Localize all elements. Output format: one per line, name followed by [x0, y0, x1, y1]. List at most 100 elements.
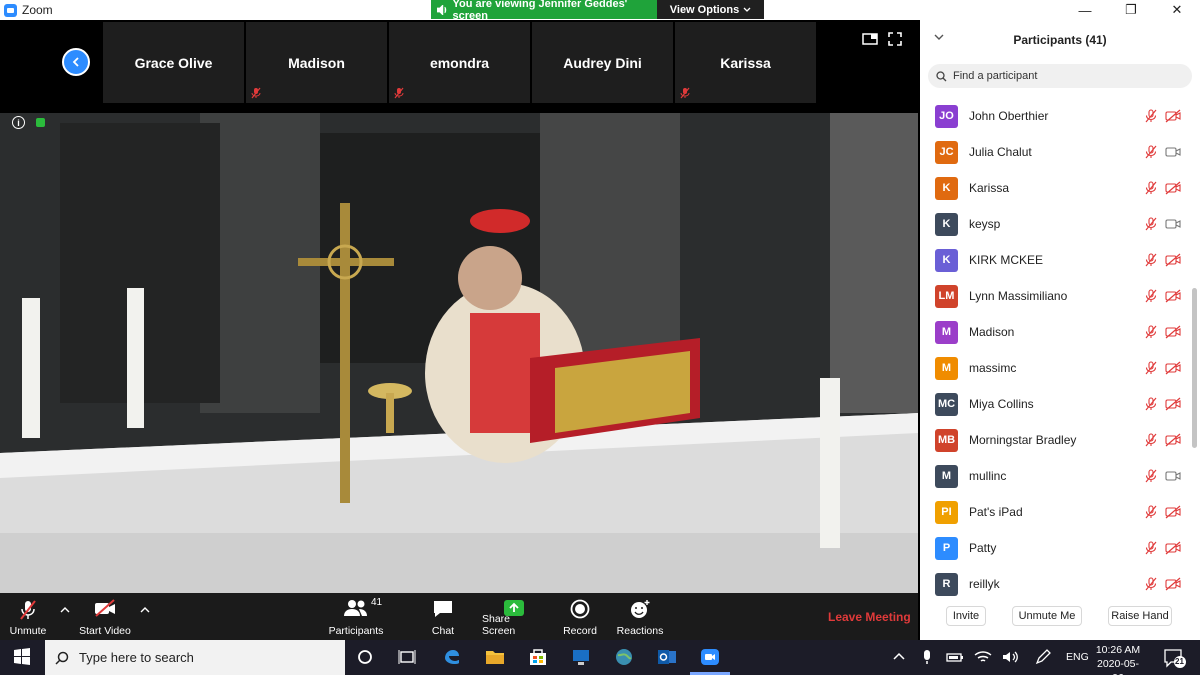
reactions-button[interactable]: Reactions — [615, 593, 665, 640]
outlook-icon[interactable] — [656, 646, 678, 668]
chat-button[interactable]: Chat — [425, 593, 461, 640]
search-input[interactable] — [953, 70, 1173, 82]
mic-muted-icon[interactable] — [1144, 541, 1158, 555]
main-video-area: Grace Olive Madison emondra Audrey Dini Kari… — [0, 20, 918, 593]
battery-icon[interactable] — [944, 646, 966, 668]
view-options-button[interactable]: View Options — [657, 0, 764, 19]
windows-start-icon[interactable] — [11, 646, 33, 668]
participant-row[interactable]: PI Pat's iPad — [920, 494, 1190, 530]
video-off-icon[interactable] — [1165, 289, 1181, 303]
video-off-icon[interactable] — [1165, 433, 1181, 447]
participant-row[interactable]: MB Morningstar Bradley — [920, 422, 1190, 458]
mic-muted-icon[interactable] — [1144, 253, 1158, 267]
video-off-icon[interactable] — [1165, 541, 1181, 555]
mic-muted-icon[interactable] — [1144, 577, 1158, 591]
mic-muted-icon[interactable] — [1144, 361, 1158, 375]
participant-row[interactable]: LM Lynn Massimiliano — [920, 278, 1190, 314]
participant-name: Karissa — [969, 181, 1010, 195]
video-off-icon[interactable] — [1165, 325, 1181, 339]
mic-muted-icon[interactable] — [1144, 433, 1158, 447]
encryption-icon[interactable] — [36, 118, 45, 127]
video-icon[interactable] — [1165, 469, 1181, 483]
tray-mic-icon[interactable] — [916, 646, 938, 668]
edge-icon[interactable] — [441, 646, 463, 668]
participant-row[interactable]: JO John Oberthier — [920, 98, 1190, 134]
participant-row[interactable]: Rreillyk — [920, 566, 1190, 596]
scrollbar-thumb[interactable] — [1192, 288, 1197, 448]
video-off-icon[interactable] — [1165, 181, 1181, 195]
mic-muted-icon — [394, 87, 404, 99]
gallery-view-icon[interactable] — [862, 32, 878, 46]
file-explorer-icon[interactable] — [484, 646, 506, 668]
mic-muted-icon[interactable] — [1144, 505, 1158, 519]
unmute-me-button[interactable]: Unmute Me — [1012, 606, 1082, 626]
windows-taskbar: ENG 10:26 AM 2020-05-06 21 — [0, 640, 1200, 675]
restore-button[interactable]: ❐ — [1108, 0, 1154, 20]
taskbar-search-input[interactable] — [79, 650, 329, 665]
participant-row[interactable]: K Karissa — [920, 170, 1190, 206]
chevron-down-icon[interactable] — [934, 32, 944, 42]
fullscreen-icon[interactable] — [888, 32, 902, 46]
participant-row[interactable]: P Patty — [920, 530, 1190, 566]
audio-options-caret-icon[interactable] — [60, 605, 70, 615]
video-off-icon[interactable] — [1165, 577, 1181, 591]
participant-row[interactable]: Kkeysp — [920, 206, 1190, 242]
video-options-caret-icon[interactable] — [140, 605, 150, 615]
mic-muted-icon[interactable] — [1144, 109, 1158, 123]
close-button[interactable]: ✕ — [1154, 0, 1200, 20]
unmute-button[interactable]: Unmute — [6, 593, 50, 640]
cortana-icon[interactable] — [354, 646, 376, 668]
tray-chevron-up-icon[interactable] — [888, 646, 910, 668]
info-icon[interactable]: i — [12, 116, 25, 129]
record-button[interactable]: Record — [561, 593, 599, 640]
participant-row[interactable]: K KIRK MCKEE — [920, 242, 1190, 278]
video-thumbnail[interactable]: Audrey Dini — [532, 22, 673, 103]
video-thumbnail[interactable]: emondra — [389, 22, 530, 103]
participant-row[interactable]: Mmassimc — [920, 350, 1190, 386]
video-thumbnail[interactable]: Karissa — [675, 22, 816, 103]
video-off-icon[interactable] — [1165, 505, 1181, 519]
participant-row[interactable]: JC Julia Chalut — [920, 134, 1190, 170]
video-off-icon[interactable] — [1165, 109, 1181, 123]
mic-muted-icon[interactable] — [1144, 325, 1158, 339]
thumbnail-name: Audrey Dini — [563, 54, 642, 71]
task-view-icon[interactable] — [396, 646, 418, 668]
volume-icon[interactable] — [1000, 646, 1022, 668]
mic-muted-icon[interactable] — [1144, 397, 1158, 411]
video-thumbnail[interactable]: Grace Olive — [103, 22, 244, 103]
zoom-taskbar-icon[interactable] — [699, 646, 721, 668]
store-icon[interactable] — [527, 646, 549, 668]
clock[interactable]: 10:26 AM 2020-05-06 — [1094, 643, 1142, 675]
remote-desktop-icon[interactable] — [570, 646, 592, 668]
mic-muted-icon[interactable] — [1144, 181, 1158, 195]
video-thumbnail[interactable]: Madison — [246, 22, 387, 103]
globe-app-icon[interactable] — [613, 646, 635, 668]
minimize-button[interactable]: — — [1062, 0, 1108, 20]
participant-row[interactable]: Mmullinc — [920, 458, 1190, 494]
video-off-icon[interactable] — [1165, 361, 1181, 375]
leave-meeting-button[interactable]: Leave Meeting — [828, 610, 911, 624]
invite-button[interactable]: Invite — [946, 606, 986, 626]
participant-row[interactable]: M Madison — [920, 314, 1190, 350]
mic-muted-icon[interactable] — [1144, 469, 1158, 483]
mic-muted-icon[interactable] — [1144, 145, 1158, 159]
video-icon[interactable] — [1165, 217, 1181, 231]
notifications-button[interactable]: 21 — [1162, 648, 1186, 668]
share-screen-button[interactable]: Share Screen — [482, 593, 546, 640]
participant-list-scrollbar[interactable] — [1191, 98, 1197, 596]
start-video-button[interactable]: Start Video — [78, 593, 132, 640]
video-icon[interactable] — [1165, 145, 1181, 159]
pen-icon[interactable] — [1032, 646, 1054, 668]
participant-search — [928, 64, 1192, 88]
participant-row[interactable]: MC Miya Collins — [920, 386, 1190, 422]
mic-muted-icon[interactable] — [1144, 217, 1158, 231]
input-language[interactable]: ENG — [1066, 651, 1089, 663]
participant-name: Miya Collins — [969, 397, 1034, 411]
gallery-back-button[interactable] — [62, 48, 90, 76]
mic-muted-icon[interactable] — [1144, 289, 1158, 303]
participants-icon — [344, 600, 367, 616]
raise-hand-button[interactable]: Raise Hand — [1108, 606, 1172, 626]
video-off-icon[interactable] — [1165, 397, 1181, 411]
video-off-icon[interactable] — [1165, 253, 1181, 267]
wifi-icon[interactable] — [972, 646, 994, 668]
